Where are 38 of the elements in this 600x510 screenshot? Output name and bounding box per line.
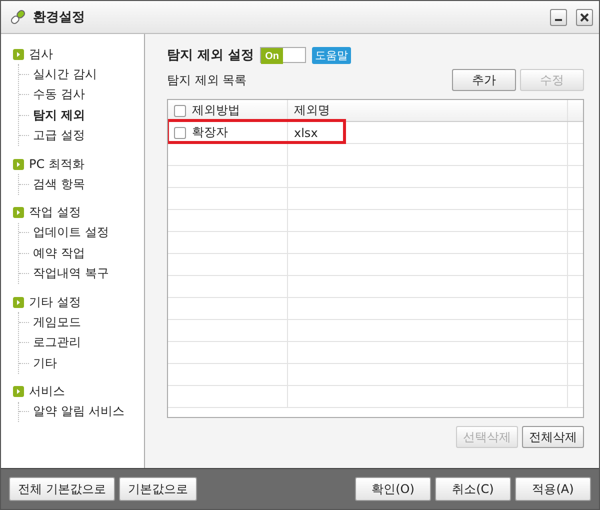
sidebar-item[interactable]: 탐지 제외 [33,106,86,124]
list-label: 탐지 제외 목록 [167,72,248,88]
checkbox[interactable] [174,104,186,116]
minimize-icon [555,19,562,21]
sidebar-group[interactable]: PC 최적화 [29,156,84,172]
column-header[interactable]: 제외방법 [192,102,240,119]
checkbox[interactable] [174,126,186,138]
reset-all-button[interactable]: 전체 기본값으로 [9,477,115,501]
sidebar-group[interactable]: 서비스 [29,383,65,400]
sidebar-item[interactable]: 알약 알림 서비스 [33,403,125,420]
table-cell: 확장자 [192,124,228,141]
sidebar-item[interactable]: 기타 [33,354,57,372]
section-title: 탐지 제외 설정 [167,47,254,64]
window-title: 환경설정 [33,9,86,26]
sidebar-item[interactable]: 작업내역 복구 [33,265,109,282]
column-header[interactable]: 제외명 [294,102,330,119]
apply-button[interactable]: 적용(A) [515,477,591,501]
sidebar-item[interactable]: 로그관리 [33,334,81,352]
sidebar-item[interactable]: 검색 항목 [33,176,85,193]
close-button[interactable] [576,8,593,26]
delete-all-button[interactable]: 전체삭제 [522,426,584,448]
sidebar-group[interactable]: 기타 설정 [29,294,81,310]
table-cell: xlsx [294,126,318,140]
sidebar-item[interactable]: 고급 설정 [33,127,85,144]
add-button[interactable]: 추가 [452,69,516,91]
capsule-icon [9,8,27,26]
sidebar-item[interactable]: 업데이트 설정 [33,224,109,242]
sidebar-group[interactable]: 검사 [29,46,53,62]
sidebar-item[interactable]: 게임모드 [33,314,81,331]
sidebar-item[interactable]: 실시간 감시 [33,66,97,83]
reset-button[interactable]: 기본값으로 [118,477,197,501]
minimize-button[interactable] [550,8,567,26]
sidebar-group[interactable]: 작업 설정 [29,204,81,221]
sidebar-item[interactable]: 수동 검사 [33,86,85,104]
ok-button[interactable]: 확인(O) [355,477,431,501]
cancel-button[interactable]: 취소(C) [435,477,511,501]
sidebar-item[interactable]: 예약 작업 [33,244,85,262]
close-icon [580,12,589,22]
